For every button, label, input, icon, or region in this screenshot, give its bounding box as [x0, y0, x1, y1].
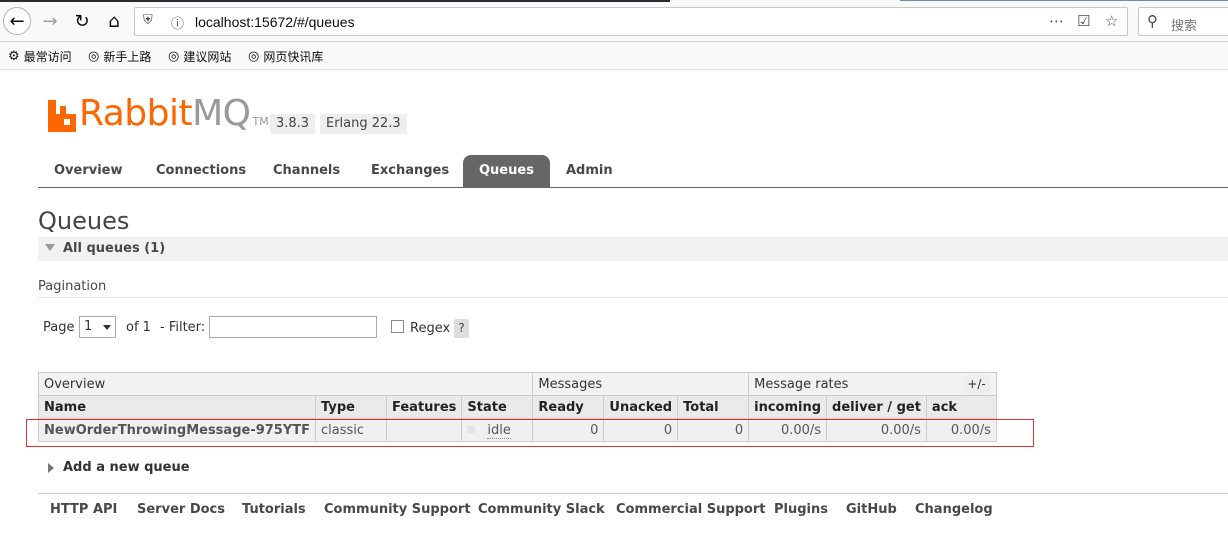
erlang-version-badge: Erlang 22.3 — [320, 114, 407, 134]
tab-queues[interactable]: Queues — [463, 155, 550, 187]
reload-button[interactable]: ↻ — [68, 7, 96, 35]
page-select[interactable]: 1 — [79, 316, 116, 338]
pocket-icon[interactable]: ☑ — [1077, 12, 1090, 30]
logo-trademark: TM — [252, 115, 269, 128]
footer-link-community-slack[interactable]: Community Slack — [478, 502, 605, 517]
expand-icon — [48, 462, 54, 473]
footer-divider — [38, 493, 1228, 494]
logo-text-rabbit: Rabbit — [79, 93, 193, 134]
info-icon[interactable]: ⓘ — [171, 13, 184, 32]
shield-icon[interactable]: ⛨ — [143, 13, 153, 28]
row-highlight-annotation — [26, 419, 1034, 447]
all-queues-section-toggle[interactable]: All queues (1) — [38, 237, 1228, 261]
bookmark-label: 最常访问 — [23, 50, 72, 64]
regex-label: Regex — [410, 321, 451, 336]
globe-icon: ◎ — [168, 49, 180, 64]
bookmark-getting-started[interactable]: ◎ 新手上路 — [88, 48, 151, 65]
footer-link-changelog[interactable]: Changelog — [915, 502, 993, 517]
home-icon: ⌂ — [108, 10, 120, 32]
column-header-type[interactable]: Type — [315, 395, 388, 419]
bookmark-suggested-sites[interactable]: ◎ 建议网站 — [168, 48, 231, 65]
regex-help-button[interactable]: ? — [454, 319, 469, 338]
more-icon[interactable]: ⋯ — [1049, 12, 1064, 30]
footer-link-http-api[interactable]: HTTP API — [50, 502, 117, 517]
page-select-value: 1 — [84, 319, 93, 334]
back-button[interactable]: ← — [3, 7, 31, 35]
add-new-queue-toggle[interactable]: Add a new queue — [48, 460, 190, 475]
search-placeholder: 搜索 — [1171, 19, 1198, 34]
star-icon[interactable]: ☆ — [1105, 12, 1118, 30]
globe-icon: ◎ — [248, 49, 260, 64]
logo-text-mq: MQ — [192, 93, 251, 134]
filter-input[interactable] — [209, 316, 377, 338]
page-title: Queues — [38, 207, 130, 235]
group-header-message-rates: Message rates — [748, 372, 997, 396]
group-header-messages: Messages — [532, 372, 750, 396]
group-header-overview: Overview — [37, 372, 534, 396]
tab-channels[interactable]: Channels — [257, 155, 356, 187]
chevron-down-icon — [103, 325, 111, 330]
search-icon: ⚲ — [1147, 12, 1158, 30]
search-input[interactable]: ⚲ 搜索 — [1138, 7, 1228, 36]
column-header-name[interactable]: Name — [37, 395, 317, 419]
tab-overview[interactable]: Overview — [38, 155, 139, 187]
column-header-incoming[interactable]: incoming — [748, 395, 828, 419]
browser-toolbar: ← → ↻ ⌂ ⛨ ⓘ localhost:15672/#/queues ⋯ ☑… — [0, 0, 1228, 42]
version-badge: 3.8.3 — [270, 114, 316, 134]
forward-button[interactable]: → — [36, 7, 64, 35]
back-icon: ← — [9, 10, 25, 32]
column-header-ack[interactable]: ack — [925, 395, 997, 419]
column-header-deliver-get[interactable]: deliver / get — [826, 395, 927, 419]
tab-connections[interactable]: Connections — [140, 155, 262, 187]
footer-link-tutorials[interactable]: Tutorials — [242, 502, 306, 517]
footer-link-plugins[interactable]: Plugins — [774, 502, 828, 517]
column-header-ready[interactable]: Ready — [532, 395, 605, 419]
reload-icon: ↻ — [74, 10, 90, 32]
page-label: Page — [43, 320, 75, 335]
bookmark-label: 建议网站 — [183, 50, 232, 64]
all-queues-label: All queues (1) — [63, 241, 166, 256]
forward-icon: → — [42, 10, 58, 32]
bookmark-web-slices[interactable]: ◎ 网页快讯库 — [248, 48, 323, 65]
main-tabs: Overview Connections Channels Exchanges … — [38, 155, 1228, 188]
gear-icon: ⚙ — [8, 49, 20, 64]
tab-exchanges[interactable]: Exchanges — [355, 155, 465, 187]
footer-link-github[interactable]: GitHub — [846, 502, 897, 517]
column-header-state[interactable]: State — [461, 395, 534, 419]
column-header-features[interactable]: Features — [386, 395, 463, 419]
bookmark-label: 网页快讯库 — [263, 50, 324, 64]
window-accent-right — [900, 0, 1228, 1]
add-new-queue-label: Add a new queue — [63, 460, 190, 475]
bookmark-label: 新手上路 — [103, 50, 152, 64]
footer-link-server-docs[interactable]: Server Docs — [137, 502, 225, 517]
rabbitmq-logo[interactable]: Rabbit MQ TM — [48, 96, 269, 132]
rabbitmq-logo-icon — [48, 100, 76, 132]
filter-label: - Filter: — [160, 320, 206, 335]
globe-icon: ◎ — [88, 49, 100, 64]
tab-admin[interactable]: Admin — [550, 155, 629, 187]
pagination-divider — [38, 297, 1228, 298]
column-header-unacked[interactable]: Unacked — [603, 395, 679, 419]
window-accent — [0, 0, 670, 2]
collapse-icon — [45, 244, 55, 251]
pagination-label[interactable]: Pagination — [38, 279, 106, 294]
column-header-total[interactable]: Total — [677, 395, 750, 419]
bookmarks-bar: ⚙ 最常访问 ◎ 新手上路 ◎ 建议网站 ◎ 网页快讯库 — [0, 42, 1228, 70]
home-button[interactable]: ⌂ — [100, 7, 128, 35]
url-bar[interactable]: ⛨ ⓘ localhost:15672/#/queues ⋯ ☑ ☆ — [134, 7, 1128, 36]
regex-checkbox[interactable] — [391, 320, 404, 333]
bookmark-most-visited[interactable]: ⚙ 最常访问 — [8, 48, 72, 65]
toggle-columns-button[interactable]: +/- — [963, 375, 990, 395]
footer-link-commercial-support[interactable]: Commercial Support — [616, 502, 766, 517]
url-text[interactable]: localhost:15672/#/queues — [195, 14, 355, 30]
page-count-label: of 1 — [126, 320, 151, 335]
footer-link-community-support[interactable]: Community Support — [324, 502, 471, 517]
